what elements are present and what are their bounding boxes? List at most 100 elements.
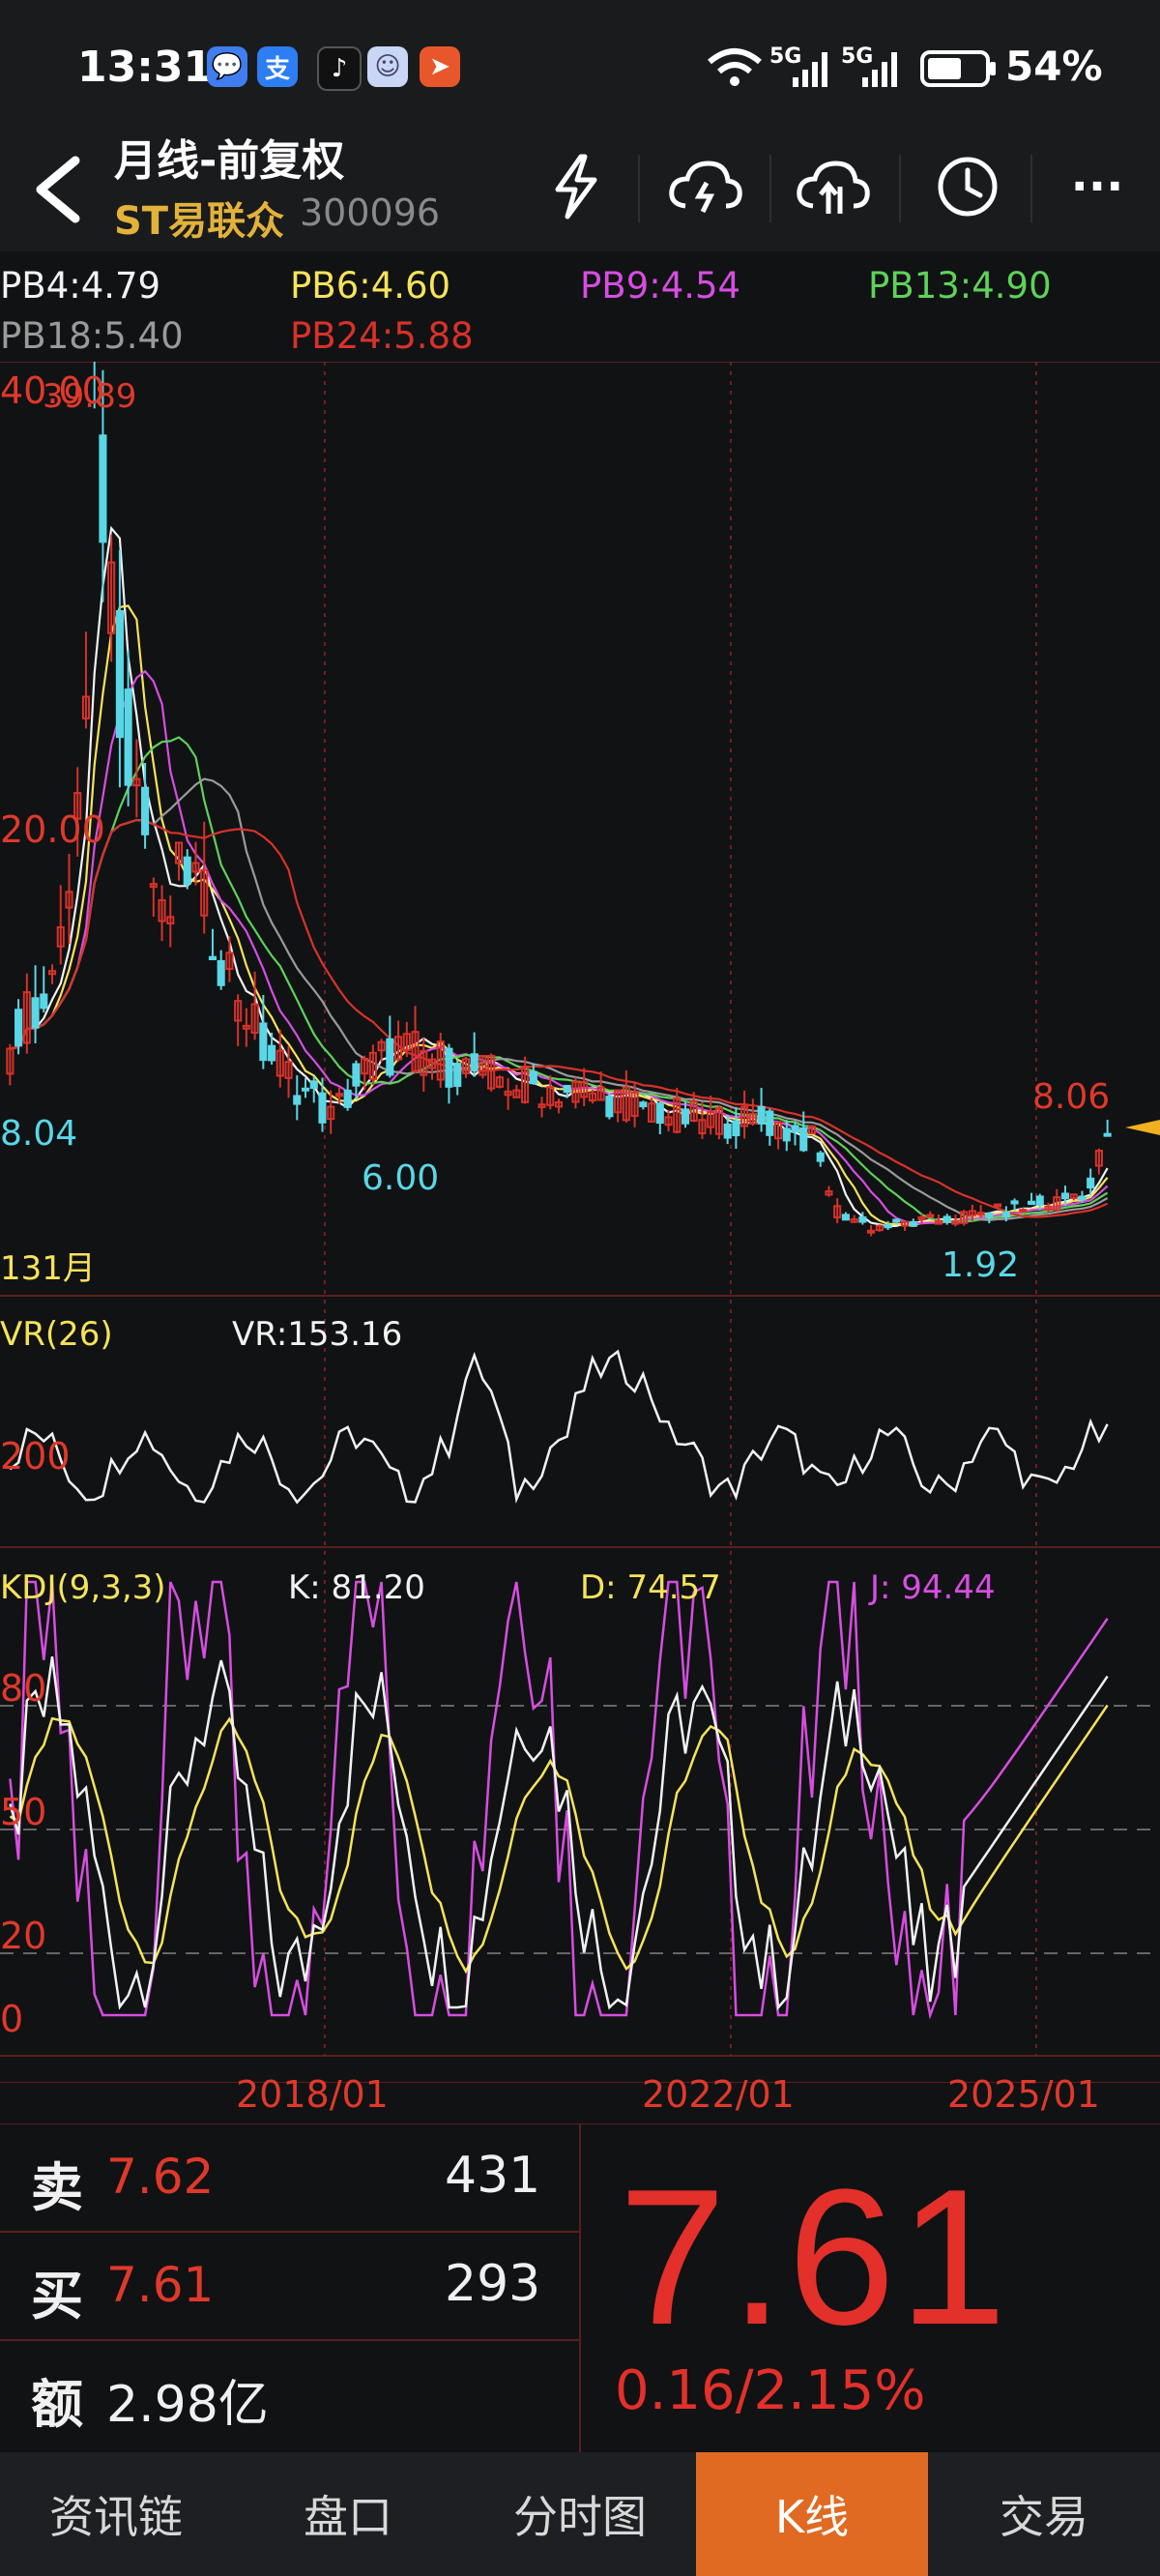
tab-intraday[interactable]: 分时图 [464,2452,696,2576]
send-icon: ➤ [420,46,460,87]
candle-body [386,1038,394,1076]
ma-pb13: PB13:4.90 [868,265,1052,307]
tab-news-chain[interactable]: 资讯链 [0,2452,232,2576]
vr-value: VR:153.16 [232,1315,403,1354]
buy-label: 买 [31,2266,83,2327]
candle-body [757,1105,766,1125]
ma-line-13 [10,736,1109,1224]
tab-order-book[interactable]: 盘口 [232,2452,464,2576]
kdj-d-value: D: 74.57 [580,1568,721,1607]
kdj-k-value: K: 81.20 [288,1568,425,1607]
kline-chart[interactable] [0,362,1160,2083]
ma-line-24 [10,818,1109,1218]
kdj-level-50: 50 [0,1791,47,1833]
candle-body [208,955,218,961]
cloud-download-button[interactable] [663,143,750,230]
history-button[interactable] [924,143,1011,230]
candle-body [470,1053,478,1071]
candle-body [40,993,48,1010]
cloud-upload-icon [797,161,870,214]
current-price-marker [1125,1120,1160,1135]
candle-body [1087,1177,1095,1189]
last-high-label: 8.06 [1032,1077,1111,1117]
x-axis-date-1: 2018/01 [236,2073,389,2116]
history-icon [938,157,998,217]
candle-body [942,1215,951,1223]
kdj-j-value: J: 94.44 [870,1568,996,1607]
kdj-level-80: 80 [0,1667,47,1710]
ma-pb6: PB6:4.60 [290,265,451,307]
status-time: 13:31 [77,43,214,92]
candle-body [858,1215,867,1223]
candle-body [343,1089,352,1108]
candle-body [1035,1195,1044,1206]
turnover-amount: 2.98亿 [106,2376,269,2434]
toolbar-divider [899,155,901,222]
candle-body [217,959,225,986]
last-price: 7.61 [619,2150,1011,2365]
candle-body [791,1125,799,1133]
candle-body [124,688,132,786]
candle-body [655,1102,664,1125]
candle-body [1103,1132,1112,1137]
low-left-label: 8.04 [0,1114,78,1154]
candle-body [529,1070,537,1085]
page-title: 月线-前复权 [114,136,345,186]
candle-body [681,1108,690,1125]
low-mid-label: 6.00 [362,1158,440,1198]
candle-body [301,1087,310,1092]
candle-body [732,1120,740,1137]
ma-line-18 [10,777,1109,1221]
vr-level-label: 200 [0,1435,71,1478]
candle-body [994,1203,1002,1208]
sell-price: 7.62 [106,2149,215,2205]
candle-body [782,1127,791,1142]
candle-body [352,1063,361,1087]
candle-body [909,1220,917,1227]
flash-button[interactable] [532,143,619,230]
x-axis-date-3: 2025/01 [947,2073,1100,2116]
stock-code: 300096 [300,191,441,234]
battery-icon [920,50,996,87]
candle-body [766,1110,774,1136]
tab-trade[interactable]: 交易 [928,2452,1160,2576]
y-axis-mid-label: 20.00 [0,808,105,851]
candle-body [605,1096,614,1118]
candle-body [1027,1200,1036,1206]
msg-icon: 💬 [207,46,247,87]
candle-body [1001,1211,1010,1218]
ma-pb24: PB24:5.88 [290,315,474,357]
candle-body [1060,1192,1070,1200]
kdj-level-20: 20 [0,1915,47,1957]
candle-body [892,1218,901,1223]
buy-volume: 293 [445,2255,541,2313]
candle-body [445,1047,453,1088]
more-button[interactable]: ··· [1054,143,1141,230]
toolbar-divider [638,155,640,222]
buy-price: 7.61 [106,2257,215,2313]
back-icon[interactable] [27,153,85,226]
candle-body [1019,1209,1028,1214]
candle-body [268,1044,276,1062]
wifi-icon [708,48,762,86]
candle-body [563,1084,571,1094]
candle-body [99,434,107,543]
sell-volume: 431 [445,2147,541,2205]
toolbar-divider [1030,155,1032,222]
candle-body [926,1214,935,1218]
low-right-label: 1.92 [942,1245,1020,1285]
tab-kline[interactable]: K线 [696,2452,928,2576]
candle-body [985,1212,994,1218]
price-change: 0.16/2.15% [615,2359,926,2422]
candle-body [115,610,124,739]
ma-line-6 [10,604,1109,1227]
candle-body [723,1123,732,1139]
alipay-icon: 支 [257,46,298,87]
candle-body [318,1092,327,1124]
cloud-upload-button[interactable] [791,143,878,230]
stock-name: ST易联众 [114,199,285,244]
kdj-name: KDJ(9,3,3) [0,1568,166,1607]
candle-body [799,1127,808,1152]
candle-body [14,1009,23,1047]
period-count-label: 131月 [0,1249,96,1288]
